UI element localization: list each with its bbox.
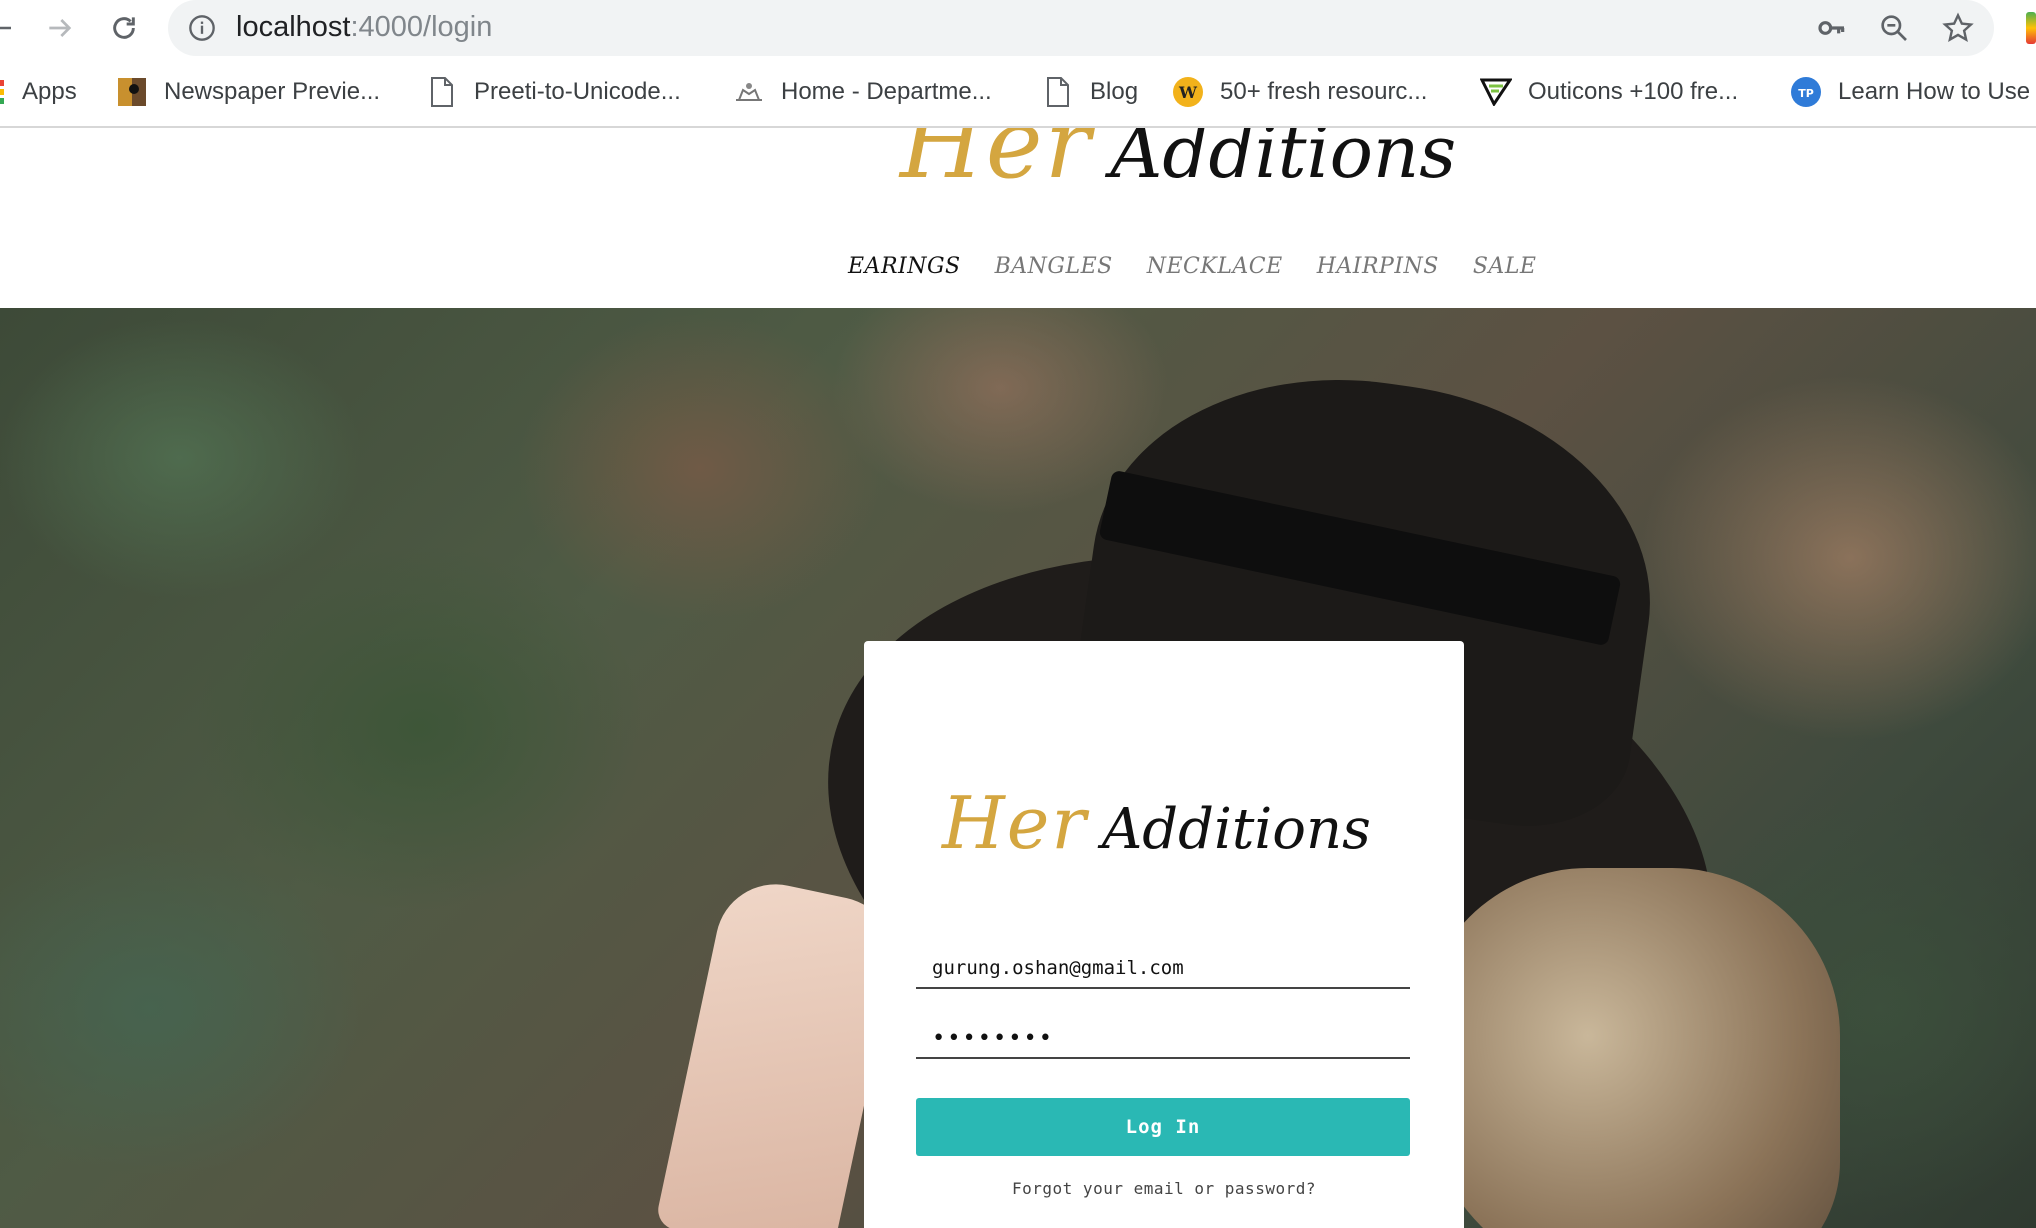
forward-arrow-icon: [49, 19, 72, 37]
logo-additions-text: Additions: [1110, 128, 1457, 194]
login-card: HerAdditions Log In Forgot your email or…: [864, 641, 1464, 1228]
bookmark-outicons[interactable]: Outicons +100 fre...: [1480, 72, 1738, 112]
bookmark-label: Blog: [1090, 78, 1139, 105]
tp-favicon: TP: [1790, 76, 1822, 108]
newspaper-favicon: [116, 76, 148, 108]
bookmark-apps[interactable]: Apps: [0, 72, 77, 112]
reload-icon: [113, 17, 135, 39]
bookmark-preeti[interactable]: Preeti-to-Unicode...: [426, 72, 681, 112]
svg-text:W: W: [1178, 83, 1198, 102]
login-logo: Her Additions: [942, 781, 1371, 865]
hair-shape: [1420, 868, 1840, 1228]
address-bar[interactable]: localhost:4000/login: [168, 0, 1994, 56]
bookmark-label: Learn How to Use: [1838, 78, 2031, 105]
main-nav: EARINGS BANGLES NECKLACE HAIRPINS SALE: [848, 254, 1571, 279]
document-icon: [1042, 76, 1074, 108]
site-logo[interactable]: Her Additions: [900, 128, 1456, 200]
w-badge-favicon: W: [1172, 76, 1204, 108]
bookmark-blog[interactable]: Blog: [1042, 72, 1138, 112]
bookmark-label: Outicons +100 fre...: [1528, 78, 1739, 105]
bookmark-newspaper[interactable]: Newspaper Previe...: [116, 72, 380, 112]
star-bookmark-icon[interactable]: [1942, 12, 1974, 44]
bookmark-label: Apps: [22, 78, 77, 105]
emblem-favicon: [733, 76, 765, 108]
nav-sale[interactable]: SALE: [1473, 254, 1537, 279]
bookmark-label: Home - Departme...: [781, 78, 992, 105]
url-text[interactable]: localhost:4000/login: [236, 11, 492, 44]
extension-icon[interactable]: [2026, 12, 2036, 44]
logo-additions-text: Additions: [1101, 797, 1371, 862]
forgot-password-link[interactable]: Forgot your email or password?: [864, 1179, 1464, 1198]
url-host: localhost: [236, 11, 351, 43]
back-button[interactable]: [0, 8, 16, 48]
document-icon: [426, 76, 458, 108]
logo-her-text: Her: [942, 781, 1088, 865]
nav-necklace[interactable]: NECKLACE: [1147, 254, 1283, 279]
site-info-icon[interactable]: [188, 14, 216, 42]
bookmark-home-department[interactable]: Home - Departme...: [733, 72, 992, 112]
nav-bangles[interactable]: BANGLES: [995, 254, 1113, 279]
logo-her-text: Her: [900, 128, 1093, 200]
back-arrow-icon: [0, 26, 11, 30]
email-field[interactable]: [916, 937, 1410, 989]
reload-button[interactable]: [104, 8, 144, 48]
outicons-favicon: [1480, 76, 1512, 108]
nav-earings[interactable]: EARINGS: [848, 254, 961, 279]
site-header: Her Additions EARINGS BANGLES NECKLACE HA…: [0, 128, 2036, 308]
bookmark-label: 50+ fresh resourc...: [1220, 78, 1428, 105]
key-icon[interactable]: [1816, 12, 1848, 44]
forward-button[interactable]: [40, 8, 80, 48]
url-path: :4000/login: [350, 11, 493, 43]
bookmark-learn-how[interactable]: TP Learn How to Use: [1790, 72, 2030, 112]
login-button[interactable]: Log In: [916, 1098, 1410, 1156]
bookmark-fresh-resources[interactable]: W 50+ fresh resourc...: [1172, 72, 1427, 112]
bookmark-label: Preeti-to-Unicode...: [474, 78, 681, 105]
nav-hairpins[interactable]: HAIRPINS: [1317, 254, 1439, 279]
password-field[interactable]: [916, 1007, 1410, 1059]
bookmarks-bar: Apps Newspaper Previe... Preeti-to-Unico…: [0, 58, 2036, 128]
apps-grid-icon: [0, 76, 8, 108]
browser-toolbar: localhost:4000/login: [0, 0, 2036, 58]
svg-text:TP: TP: [1798, 87, 1814, 100]
bookmark-label: Newspaper Previe...: [164, 78, 381, 105]
zoom-icon[interactable]: [1878, 12, 1910, 44]
